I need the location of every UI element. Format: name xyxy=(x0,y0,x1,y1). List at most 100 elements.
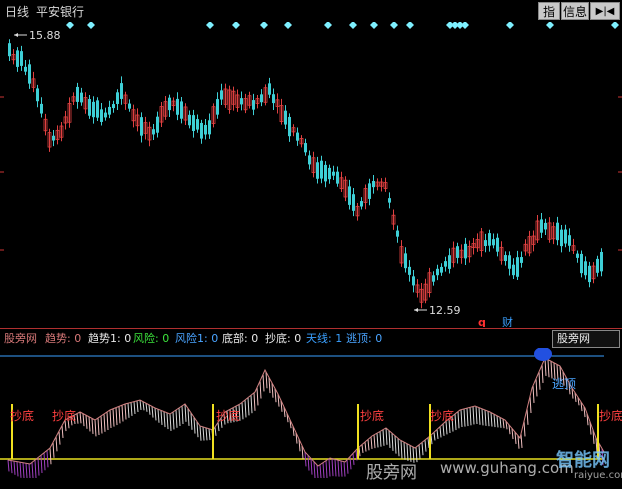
candlestick xyxy=(311,151,316,178)
index-button[interactable]: 指 xyxy=(538,2,560,20)
candlestick xyxy=(152,124,155,141)
candlestick xyxy=(544,218,547,235)
candlestick xyxy=(368,178,371,206)
candlestick xyxy=(263,84,268,106)
info-button[interactable]: 信息 xyxy=(561,2,589,20)
hatch-line xyxy=(106,411,109,431)
candlestick xyxy=(316,156,319,184)
hatch-line xyxy=(520,433,523,449)
hatch-line xyxy=(361,444,364,453)
hatch-line xyxy=(499,417,502,428)
candlestick xyxy=(304,138,307,156)
hatch-line xyxy=(418,444,421,459)
candlestick xyxy=(40,97,43,118)
candlestick xyxy=(336,166,339,187)
hatch-line xyxy=(118,406,121,424)
candlestick xyxy=(284,105,287,130)
candlestick xyxy=(440,263,443,276)
hatch-line xyxy=(49,447,52,465)
watermark-logo: 智能网 xyxy=(556,450,610,471)
candlestick xyxy=(352,188,355,217)
candlestick xyxy=(80,87,83,106)
candlestick xyxy=(43,113,48,136)
signal-diamond-icon xyxy=(66,22,74,29)
candlestick xyxy=(496,233,499,257)
indicator-select-dropdown[interactable]: 股旁网 xyxy=(552,330,620,348)
candlestick xyxy=(8,39,11,61)
hatch-line xyxy=(46,450,49,468)
marker-finance[interactable]: 财 xyxy=(502,315,513,327)
hatch-line xyxy=(538,371,541,390)
candlestick xyxy=(272,88,275,110)
candlestick xyxy=(208,113,211,139)
candlestick xyxy=(163,95,168,120)
hatch-line xyxy=(166,412,169,430)
candlestick xyxy=(512,258,515,280)
indicator-select-value: 股旁网 xyxy=(557,332,590,345)
candlestick xyxy=(71,92,76,105)
candlestick xyxy=(576,250,579,263)
hatch-line xyxy=(22,462,25,479)
hatch-line xyxy=(517,435,520,449)
value-tianxian: 天线: 1 xyxy=(306,332,343,345)
candlestick xyxy=(332,165,335,180)
candlestick xyxy=(171,97,176,112)
hatch-line xyxy=(358,447,361,457)
candlestick xyxy=(52,130,55,147)
candlestick xyxy=(223,83,228,108)
candlestick xyxy=(200,119,203,144)
hatch-line xyxy=(532,385,535,403)
hatch-line xyxy=(391,433,394,451)
candlestick xyxy=(147,121,152,147)
candlestick xyxy=(20,45,23,71)
candlestick xyxy=(464,237,467,266)
signal-diamond-icon xyxy=(461,22,469,29)
chaodi-label: 抄底 xyxy=(430,408,454,423)
hatch-line xyxy=(16,461,19,477)
candlestick xyxy=(135,108,140,132)
candlestick xyxy=(211,103,216,128)
hatch-line xyxy=(466,408,469,427)
marker-q[interactable]: q xyxy=(478,316,486,327)
hatch-line xyxy=(424,439,427,452)
hatch-line xyxy=(445,421,448,435)
candlestick xyxy=(247,91,252,109)
candlestick xyxy=(76,82,79,109)
candlestick xyxy=(596,255,599,277)
candlestick xyxy=(255,94,260,109)
hatch-line xyxy=(469,407,472,426)
value-risk1: 风险1: 0 xyxy=(175,332,219,345)
candlestick xyxy=(479,228,484,257)
hatch-line xyxy=(472,406,475,425)
value-chaodi: 抄底: 0 xyxy=(265,332,302,345)
hatch-line xyxy=(187,408,190,426)
candlestick xyxy=(516,250,519,281)
hatch-line xyxy=(379,431,382,447)
candlestick xyxy=(375,178,380,191)
candlestick xyxy=(24,59,27,76)
hatch-line xyxy=(253,392,256,411)
candlestick xyxy=(415,279,420,298)
hatch-line xyxy=(331,458,334,477)
candlestick xyxy=(591,262,596,284)
hatch-line xyxy=(304,451,307,467)
panel-toggle-button[interactable]: ▶|◀ xyxy=(590,2,620,20)
candlestick xyxy=(28,59,31,89)
candlestick xyxy=(432,271,435,286)
signal-diamond-icon xyxy=(260,22,268,29)
arrow-left-icon xyxy=(14,33,18,37)
candlestick xyxy=(547,217,552,243)
hatch-line xyxy=(148,404,151,415)
candlestick xyxy=(67,97,72,128)
candlestick xyxy=(299,135,304,148)
candlestick xyxy=(227,85,232,114)
hatch-line xyxy=(346,459,349,474)
candlestick xyxy=(156,111,159,138)
candlestick xyxy=(419,283,424,309)
candlestick-chart[interactable]: 15.88 12.59 q 财 xyxy=(0,22,622,327)
top-bar: 日线 平安银行 指 信息 ▶|◀ xyxy=(0,0,622,22)
period-label[interactable]: 日线 xyxy=(5,3,29,20)
candlestick xyxy=(176,92,179,121)
candlestick xyxy=(183,103,188,125)
hatch-line xyxy=(427,437,430,449)
